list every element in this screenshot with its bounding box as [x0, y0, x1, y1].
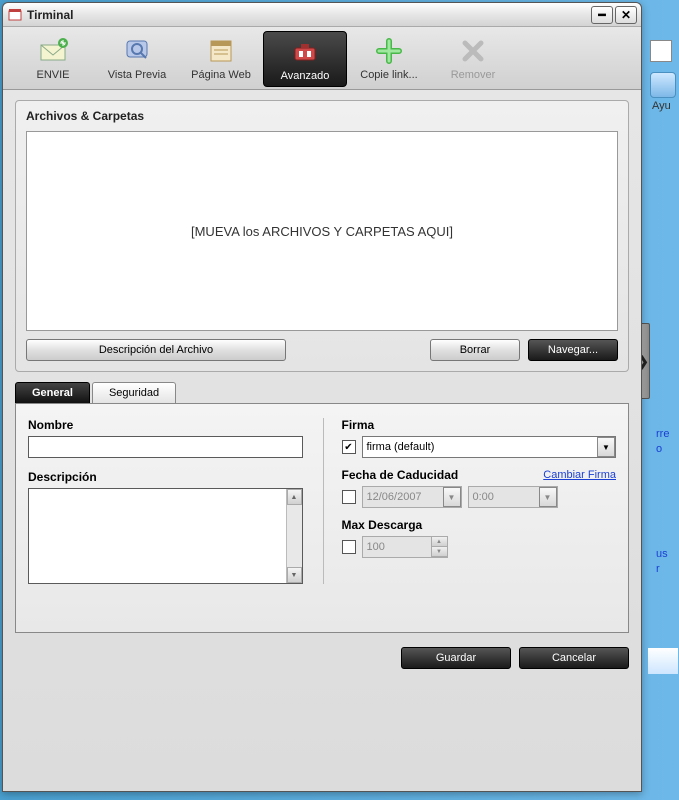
app-icon [7, 7, 23, 23]
files-group-title: Archivos & Carpetas [26, 109, 618, 123]
tabs-container: General Seguridad Nombre Descripción ▲ ▼ [15, 382, 629, 633]
content-area: Archivos & Carpetas [MUEVA los ARCHIVOS … [3, 90, 641, 791]
firma-select[interactable]: firma (default) ▼ [362, 436, 617, 458]
file-description-button[interactable]: Descripción del Archivo [26, 339, 286, 361]
descripcion-label: Descripción [28, 470, 303, 484]
copie-link-button[interactable]: Copie link... [347, 31, 431, 87]
spinner-buttons: ▲▼ [431, 537, 447, 557]
minimize-button[interactable]: ━ [591, 6, 613, 24]
caducidad-date-input: 12/06/2007 ▼ [362, 486, 462, 508]
caducidad-label: Fecha de Caducidad [342, 468, 459, 482]
file-dropzone[interactable]: [MUEVA los ARCHIVOS Y CARPETAS AQUI] [26, 131, 618, 331]
titlebar: Tirminal ━ ✕ [3, 3, 641, 27]
main-window: Tirminal ━ ✕ ENVIE Vista Previa Página W… [2, 2, 642, 792]
max-descarga-label: Max Descarga [342, 518, 617, 532]
tab-seguridad[interactable]: Seguridad [92, 382, 176, 403]
pagina-web-button[interactable]: Página Web [179, 31, 263, 87]
firma-label: Firma [342, 418, 617, 432]
caducidad-time-input: 0:00 ▼ [468, 486, 558, 508]
scroll-up-icon[interactable]: ▲ [287, 489, 302, 505]
scroll-down-icon[interactable]: ▼ [287, 567, 302, 583]
send-icon [37, 35, 69, 67]
nombre-input[interactable] [28, 436, 303, 458]
chevron-down-icon: ▼ [443, 487, 461, 507]
left-column: Nombre Descripción ▲ ▼ [28, 418, 303, 584]
preview-icon [121, 35, 153, 67]
envie-button[interactable]: ENVIE [11, 31, 95, 87]
background-fragments: Ayu rre o us r [648, 0, 678, 800]
nombre-label: Nombre [28, 418, 303, 432]
remover-button[interactable]: Remover [431, 31, 515, 87]
chevron-down-icon: ▼ [539, 487, 557, 507]
scrollbar[interactable]: ▲ ▼ [286, 489, 302, 583]
guardar-button[interactable]: Guardar [401, 647, 511, 669]
advanced-icon [289, 36, 321, 68]
max-descarga-checkbox[interactable] [342, 540, 356, 554]
web-page-icon [205, 35, 237, 67]
right-column: Firma ✔ firma (default) ▼ Fecha de Caduc… [323, 418, 617, 584]
copy-link-icon [373, 35, 405, 67]
delete-button[interactable]: Borrar [430, 339, 520, 361]
cambiar-firma-link[interactable]: Cambiar Firma [543, 469, 616, 481]
remove-icon [457, 35, 489, 67]
close-button[interactable]: ✕ [615, 6, 637, 24]
tab-panel-general: Nombre Descripción ▲ ▼ Firma [15, 403, 629, 633]
firma-checkbox[interactable]: ✔ [342, 440, 356, 454]
cancelar-button[interactable]: Cancelar [519, 647, 629, 669]
tab-general[interactable]: General [15, 382, 90, 403]
avanzado-button[interactable]: Avanzado [263, 31, 347, 87]
files-groupbox: Archivos & Carpetas [MUEVA los ARCHIVOS … [15, 100, 629, 372]
descripcion-textarea[interactable] [29, 489, 286, 583]
chevron-down-icon: ▼ [597, 437, 615, 457]
caducidad-checkbox[interactable] [342, 490, 356, 504]
window-title: Tirminal [27, 8, 589, 22]
tab-strip: General Seguridad [15, 382, 629, 403]
max-descarga-input: 100 ▲▼ [362, 536, 448, 558]
browse-button[interactable]: Navegar... [528, 339, 618, 361]
vista-previa-button[interactable]: Vista Previa [95, 31, 179, 87]
toolbar: ENVIE Vista Previa Página Web Avanzado C… [3, 27, 641, 90]
